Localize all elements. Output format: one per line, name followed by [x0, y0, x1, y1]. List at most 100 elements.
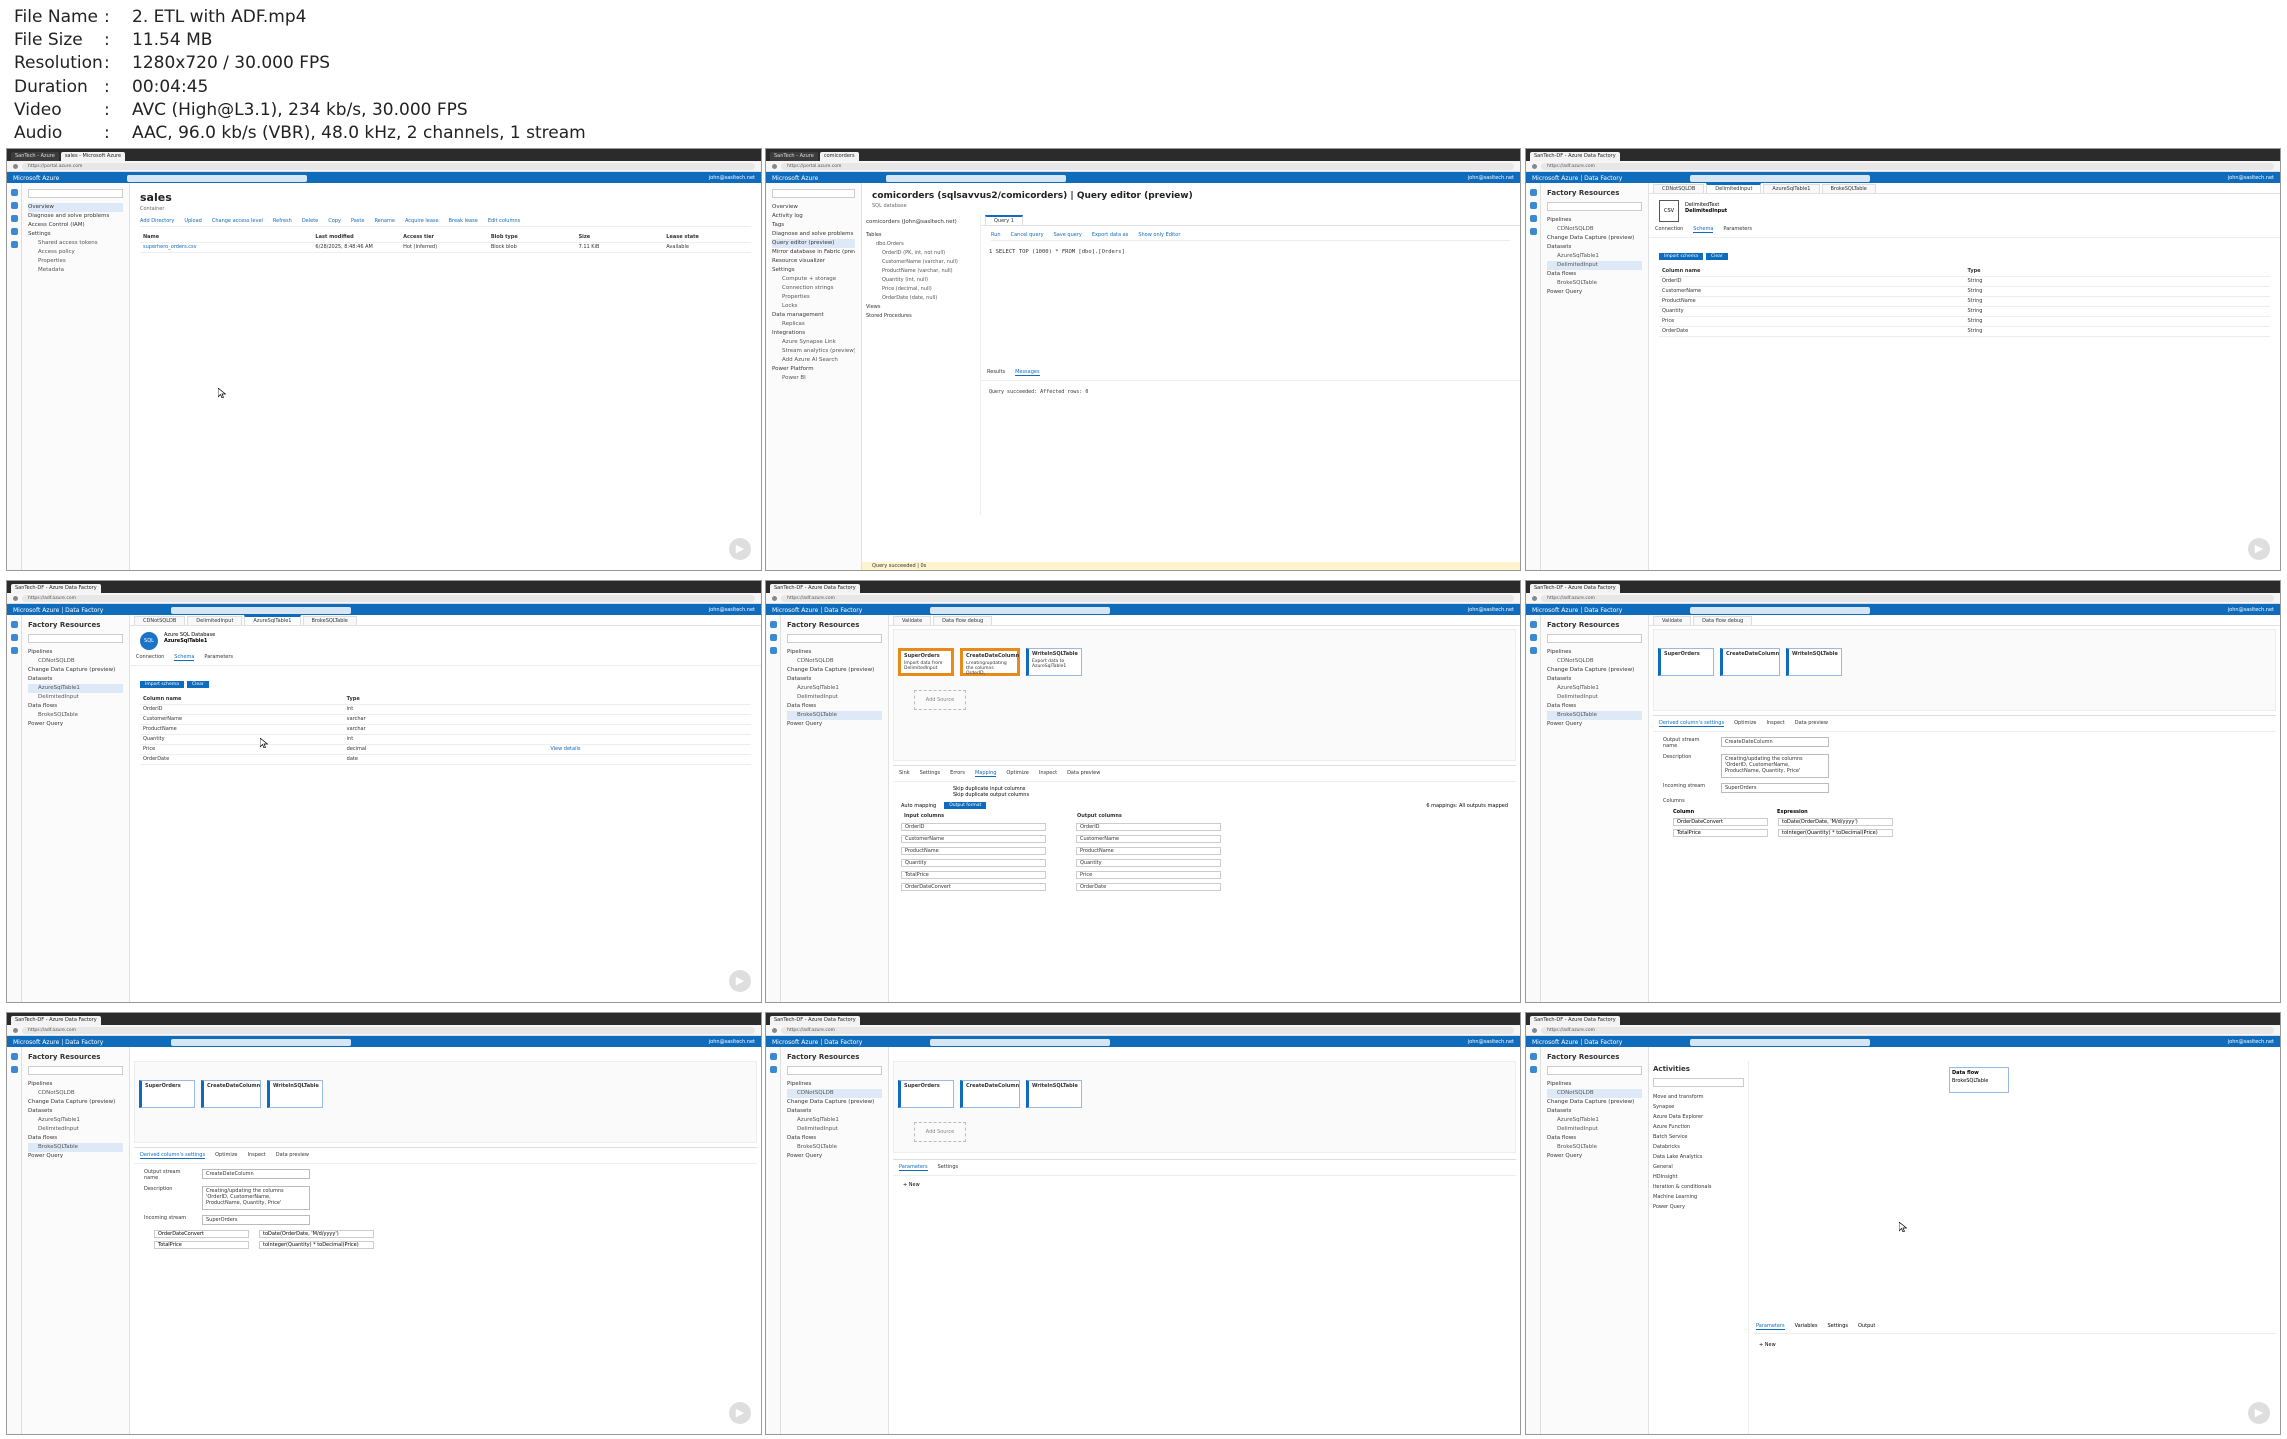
resource-item[interactable]: AzureSqlTable1 [28, 1116, 123, 1125]
resource-item[interactable]: Datasets [1547, 1107, 1642, 1116]
resource-item[interactable]: DelimitedInput [28, 693, 123, 702]
activity-group[interactable]: Azure Function [1653, 1122, 1744, 1132]
resource-item[interactable]: Power Query [787, 720, 882, 729]
resource-item[interactable]: Pipelines [28, 1080, 123, 1089]
settings-tab[interactable]: Settings [1827, 1323, 1848, 1330]
menu-search[interactable] [28, 189, 123, 198]
run-button[interactable]: Run [991, 232, 1001, 240]
activity-group[interactable]: HDInsight [1653, 1172, 1744, 1182]
acquire-lease-button[interactable]: Acquire lease [405, 218, 439, 226]
menu-item[interactable]: Mirror database in Fabric (preview) [772, 248, 855, 257]
resource-item[interactable]: AzureSqlTable1 [1547, 252, 1642, 261]
dataflow-canvas[interactable]: SuperOrders CreateDateColumn WriteInSQLT… [1653, 629, 2276, 711]
toolbox-icon[interactable] [1529, 228, 1537, 235]
search-input[interactable] [171, 606, 352, 614]
monitor-icon[interactable] [1529, 647, 1537, 654]
dataflow-canvas[interactable]: SuperOrders Import data from DelimitedInp… [893, 629, 1516, 761]
resource-item[interactable]: Power Query [1547, 1152, 1642, 1161]
play-icon[interactable]: ▶ [729, 1402, 751, 1424]
resource-item[interactable]: Data flows [787, 1134, 882, 1143]
clear-button[interactable]: Clear [1705, 253, 1728, 260]
url-field[interactable]: https://adf.azure.com [781, 1026, 1514, 1034]
paste-button[interactable]: Paste [351, 218, 365, 226]
adf-title[interactable]: Microsoft Azure | Data Factory [772, 1039, 862, 1046]
resource-item[interactable]: Change Data Capture (preview) [787, 1098, 882, 1107]
sink-node[interactable]: WriteInSQLTable [1026, 1080, 1082, 1108]
add-directory-button[interactable]: Add Directory [140, 218, 174, 226]
browser-tab[interactable]: SanTech-DF - Azure Data Factory [770, 584, 860, 593]
resource-item[interactable]: Datasets [787, 1107, 882, 1116]
resource-item[interactable]: Power Query [28, 1152, 123, 1161]
tree-node[interactable]: Stored Procedures [866, 312, 976, 321]
optimize-tab[interactable]: Optimize [1006, 770, 1028, 777]
resource-item[interactable]: Change Data Capture (preview) [28, 1098, 123, 1107]
add-source-button[interactable]: Add Source [914, 1122, 966, 1142]
home-icon[interactable] [10, 189, 18, 196]
data-preview-tab[interactable]: Data preview [1067, 770, 1100, 777]
reload-icon[interactable] [13, 1027, 18, 1033]
tree-node[interactable]: Quantity (int, null) [866, 276, 976, 285]
editor-tab[interactable]: AzureSqlTable1 [1763, 184, 1820, 193]
menu-item[interactable]: Resource visualizer [772, 257, 855, 266]
resource-item[interactable]: Power Query [1547, 288, 1642, 297]
reload-icon[interactable] [1532, 1027, 1537, 1033]
activity-group[interactable]: Databricks [1653, 1142, 1744, 1152]
pencil-icon[interactable] [769, 634, 777, 641]
schema-tab[interactable]: Schema [174, 654, 195, 661]
monitor-icon[interactable] [10, 241, 18, 248]
menu-item[interactable]: Access policy [28, 248, 123, 257]
adf-title[interactable]: Microsoft Azure | Data Factory [13, 607, 103, 614]
play-icon[interactable]: ▶ [2248, 1402, 2270, 1424]
output-stream-input[interactable]: CreateDateColumn [1721, 737, 1829, 747]
resource-item[interactable]: DelimitedInput [787, 1125, 882, 1134]
browser-tab[interactable]: SanTech-DF - Azure Data Factory [1530, 1016, 1620, 1025]
settings-tab[interactable]: Settings [920, 770, 941, 777]
pencil-icon[interactable] [1529, 202, 1537, 209]
upload-button[interactable]: Upload [184, 218, 202, 226]
user-account[interactable]: john@sasltech.net [1468, 175, 1514, 181]
resource-item[interactable]: DelimitedInput [28, 1125, 123, 1134]
url-field[interactable]: https://adf.azure.com [1541, 594, 2274, 602]
play-icon[interactable]: ▶ [729, 538, 751, 560]
connection-tab[interactable]: Connection [1655, 226, 1683, 233]
browser-tab[interactable]: comicorders [819, 152, 859, 161]
home-icon[interactable] [1529, 189, 1537, 196]
editor-tab[interactable]: CDNotSQLDB [134, 616, 186, 625]
derived-column-node[interactable]: CreateDateColumn [960, 1080, 1020, 1108]
menu-item[interactable]: Replicas [772, 320, 855, 329]
resource-item[interactable]: Datasets [787, 675, 882, 684]
menu-item[interactable]: Properties [28, 257, 123, 266]
menu-item[interactable]: Query editor (preview) [772, 239, 855, 248]
save-query-button[interactable]: Save query [1054, 232, 1082, 240]
skip-output-checkbox[interactable]: Skip duplicate output columns [953, 792, 1456, 798]
derived-settings-tab[interactable]: Derived column's settings [140, 1152, 206, 1159]
activity-group[interactable]: Iteration & conditionals [1653, 1182, 1744, 1192]
home-icon[interactable] [10, 621, 18, 628]
search-input[interactable] [1690, 606, 1871, 614]
activity-group[interactable]: Azure Data Explorer [1653, 1112, 1744, 1122]
resource-item[interactable]: Power Query [28, 720, 123, 729]
menu-item[interactable]: Metadata [28, 266, 123, 275]
inspect-tab[interactable]: Inspect [1767, 720, 1785, 727]
browser-tab[interactable]: SanTech-DF - Azure Data Factory [11, 584, 101, 593]
menu-item[interactable]: Settings [28, 230, 123, 239]
parameters-tab[interactable]: Parameters [204, 654, 233, 661]
rename-button[interactable]: Rename [374, 218, 395, 226]
data-preview-tab[interactable]: Data preview [276, 1152, 309, 1159]
inspect-tab[interactable]: Inspect [1039, 770, 1057, 777]
resource-item[interactable]: Pipelines [787, 648, 882, 657]
monitor-icon[interactable] [1529, 215, 1537, 222]
menu-item[interactable]: Shared access tokens [28, 239, 123, 248]
home-icon[interactable] [769, 621, 777, 628]
resource-item[interactable]: DelimitedInput [1547, 261, 1642, 270]
resource-item[interactable]: Datasets [1547, 675, 1642, 684]
browser-tab[interactable]: SanTech-DF - Azure Data Factory [1530, 584, 1620, 593]
derived-column-node[interactable]: CreateDateColumn [1720, 648, 1780, 676]
resource-item[interactable]: Data flows [1547, 702, 1642, 711]
source-node[interactable]: SuperOrders [1658, 648, 1714, 676]
user-account[interactable]: john@sasltech.net [2228, 175, 2274, 181]
add-source-button[interactable]: Add Source [914, 690, 966, 710]
user-account[interactable]: john@sasltech.net [1468, 1039, 1514, 1045]
derived-settings-tab[interactable]: Derived column's settings [1659, 720, 1725, 727]
incoming-stream-select[interactable]: SuperOrders [1721, 783, 1829, 793]
